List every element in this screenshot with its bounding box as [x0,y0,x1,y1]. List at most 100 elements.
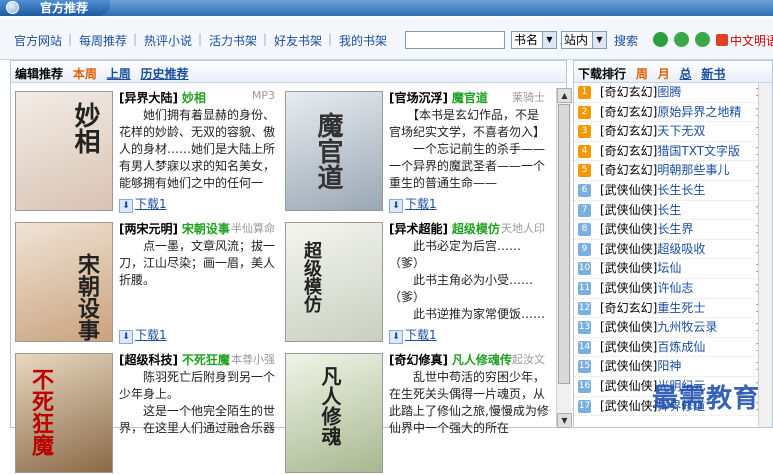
rank-number: 10 [578,262,591,276]
rank-book-link[interactable]: 重生死士 [657,301,705,315]
book-cover[interactable]: 魔官道 [285,91,383,211]
tab-week[interactable]: 周 [636,67,648,81]
ranking-item[interactable]: 2[奇幻玄幻]原始异界之地精1 [574,103,772,123]
download-link[interactable]: 下载1 [119,326,167,344]
download-link[interactable]: 下载1 [119,195,167,213]
nav-link-active-shelf[interactable]: 活力书架 [209,32,257,49]
forward-arrow-icon[interactable] [695,32,710,47]
rank-category: [武侠仙侠] [600,182,658,197]
book-cover[interactable]: 不死狂魔 [15,353,113,473]
rank-book-link[interactable]: 阳神 [657,359,681,373]
rank-number: 13 [578,321,591,335]
book-title: [官场沉浮] 魔官道 [389,89,488,106]
tab-total[interactable]: 总 [680,67,692,81]
scroll-thumb[interactable] [558,104,570,384]
rank-number: 17 [578,399,591,413]
book-name-link[interactable]: 宋朝设事 [182,222,230,236]
tab-history[interactable]: 历史推荐 [141,67,189,81]
nav-link-hot-reviews[interactable]: 热评小说 [144,32,192,49]
ranking-item[interactable]: 1[奇幻玄幻]图腾1 [574,83,772,103]
cover-title: 凡人修魂 [318,366,342,446]
rank-book-link[interactable]: 明朝那些事儿 [657,163,729,177]
search-input[interactable] [405,31,505,49]
nav-link-friend-shelf[interactable]: 好友书架 [274,32,322,49]
rank-category: [武侠仙侠] [600,398,658,413]
book-cover[interactable]: 凡人修魂 [285,353,383,473]
book-name-link[interactable]: 凡人修魂传 [452,353,512,367]
book-author: 本尊小强 [231,353,275,366]
chevron-down-icon: ▼ [542,32,556,48]
ranking-title: 下载排行 [578,67,627,81]
scroll-down-arrow-icon[interactable]: ▼ [557,413,572,428]
ranking-item[interactable]: 13[武侠仙侠]九州牧云录1 [574,318,772,338]
download-link[interactable]: 下载1 [389,326,437,344]
search-type-value: 书名 [514,33,539,47]
rank-category: [奇幻玄幻] [600,124,658,139]
book-author: 天地人印 [501,222,545,235]
rank-book-link[interactable]: 长生界 [657,222,693,236]
ranking-item[interactable]: 5[奇幻玄幻]明朝那些事儿1 [574,161,772,181]
ranking-item[interactable]: 14[武侠仙侠]百炼成仙1 [574,338,772,358]
ranking-item[interactable]: 15[武侠仙侠]阳神1 [574,357,772,377]
refresh-icon[interactable] [653,32,668,47]
tab-month[interactable]: 月 [658,67,670,81]
ranking-item[interactable]: 10[武侠仙侠]坛仙1 [574,259,772,279]
rank-number: 16 [578,379,591,393]
book-name-link[interactable]: 魔官道 [452,91,488,105]
ranking-item[interactable]: 12[奇幻玄幻]重生死士1 [574,299,772,319]
book-name-link[interactable]: 超级模仿 [452,222,500,236]
stop-icon[interactable] [716,34,728,46]
book-cover[interactable]: 妙相 [15,91,113,211]
book-title: [超级科技] 不死狂魔 [119,351,230,368]
rank-book-link[interactable]: 天下无双 [657,124,705,138]
rank-category: [奇幻玄幻] [600,104,658,119]
tab-last-week[interactable]: 上周 [107,67,131,81]
editor-picks-scrollbar[interactable]: ▲ ▼ [556,88,572,428]
ranking-scrollbar[interactable] [758,83,772,427]
book-name-link[interactable]: 不死狂魔 [182,353,230,367]
back-arrow-icon[interactable] [674,32,689,47]
tab-new-books[interactable]: 新书 [701,67,725,81]
rank-book-link[interactable]: 图腾 [657,85,681,99]
rank-category: [奇幻玄幻] [600,143,658,158]
rank-book-link[interactable]: 超级吸收 [657,242,705,256]
tab-this-week[interactable]: 本周 [73,67,97,81]
rank-book-link[interactable]: 长生长生 [657,183,705,197]
language-link[interactable]: 中文明语 [730,32,773,49]
book-card: 超级模仿 [异术超能] 超级模仿 天地人印 此书必定为后宫……（爹） 此书主角必… [281,216,549,344]
rank-book-link[interactable]: 猎国TXT文字版 [657,144,740,158]
rank-category: [奇幻玄幻] [600,300,658,315]
rank-book-link[interactable]: 长生 [657,203,681,217]
search-button[interactable]: 搜索 [614,32,638,49]
book-cover[interactable]: 宋朝设事 [15,222,113,342]
ranking-item[interactable]: 6[武侠仙侠]长生长生1 [574,181,772,201]
search-type-select[interactable]: 书名 ▼ [511,31,557,49]
book-description: 此书必定为后宫……（爹） 此书主角必为小受……（爹） 此书逆推为家常便饭…… [389,239,546,321]
nav-link-weekly[interactable]: 每周推荐 [79,32,127,49]
search-scope-select[interactable]: 站内 ▼ [561,31,607,49]
book-cover[interactable]: 超级模仿 [285,222,383,342]
rank-category: [奇幻玄幻] [600,85,658,99]
window-title: 官方推荐 [40,1,89,15]
nav-link-my-shelf[interactable]: 我的书架 [339,32,387,49]
ranking-item[interactable]: 11[武侠仙侠]许仙志1 [574,279,772,299]
rank-book-link[interactable]: 原始异界之地精 [657,105,741,119]
ranking-item[interactable]: 9[武侠仙侠]超级吸收1 [574,240,772,260]
rank-number: 15 [578,360,591,374]
rank-book-link[interactable]: 九州牧云录 [657,320,717,334]
ranking-item[interactable]: 7[武侠仙侠]长生1 [574,201,772,221]
rank-book-link[interactable]: 坛仙 [657,261,681,275]
search-scope-value: 站内 [564,33,589,47]
ranking-item[interactable]: 4[奇幻玄幻]猎国TXT文字版1 [574,142,772,162]
book-author: 起汝文 [512,353,545,366]
ranking-item[interactable]: 3[奇幻玄幻]天下无双1 [574,122,772,142]
ranking-list: 1[奇幻玄幻]图腾12[奇幻玄幻]原始异界之地精13[奇幻玄幻]天下无双14[奇… [574,83,772,417]
ranking-item[interactable]: 8[武侠仙侠]长生界1 [574,220,772,240]
rank-book-link[interactable]: 许仙志 [657,281,693,295]
rank-book-link[interactable]: 百炼成仙 [657,340,705,354]
download-link[interactable]: 下载1 [389,195,437,213]
nav-link-official[interactable]: 官方网站 [14,32,62,49]
rank-category: [武侠仙侠] [600,261,658,276]
scroll-up-arrow-icon[interactable]: ▲ [557,88,572,103]
book-name-link[interactable]: 妙相 [182,91,206,105]
